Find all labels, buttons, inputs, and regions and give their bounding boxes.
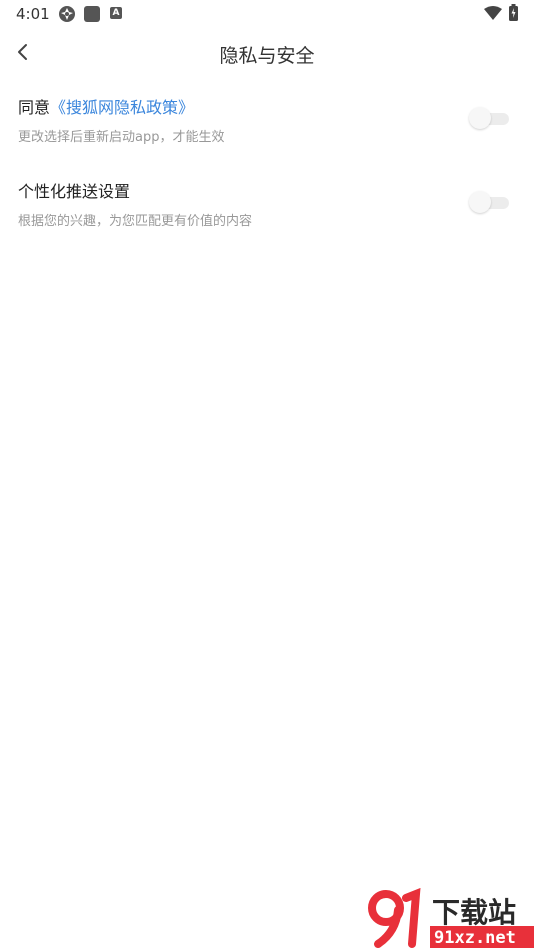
status-bar: 4:01 A [0, 0, 534, 28]
wifi-icon [484, 6, 502, 20]
personalized-push-toggle[interactable] [469, 191, 511, 213]
battery-charging-icon [509, 4, 518, 21]
watermark-91-mark [368, 888, 421, 948]
a-notification-icon: A [110, 7, 122, 19]
setting-title-personalized-push: 个性化推送设置 [18, 182, 131, 201]
setting-description-privacy-consent: 更改选择后重新启动app，才能生效 [18, 130, 225, 145]
square-notification-icon [84, 6, 100, 22]
status-time: 4:01 [16, 5, 50, 23]
svg-text:下载站: 下载站 [432, 896, 516, 929]
svg-text:91xz.net: 91xz.net [434, 928, 516, 948]
watermark-logo: 下载站 91xz.net [368, 888, 534, 948]
privacy-policy-link[interactable]: 《搜狐网隐私政策》 [50, 98, 194, 117]
setting-row-privacy-consent: 同意《搜狐网隐私政策》 更改选择后重新启动app，才能生效 [0, 88, 534, 172]
setting-row-personalized-push: 个性化推送设置 根据您的兴趣，为您匹配更有价值的内容 [0, 172, 534, 256]
page-title: 隐私与安全 [219, 45, 315, 67]
toggle-thumb [469, 191, 491, 213]
consent-prefix-label: 同意 [18, 98, 51, 117]
toggle-thumb [469, 107, 491, 129]
settings-icon [59, 6, 75, 22]
setting-description-personalized-push: 根据您的兴趣，为您匹配更有价值的内容 [18, 214, 253, 229]
privacy-consent-toggle[interactable] [469, 107, 511, 129]
header-bar: 隐私与安全 [0, 28, 534, 76]
setting-title-privacy-consent: 同意《搜狐网隐私政策》 [18, 94, 194, 118]
